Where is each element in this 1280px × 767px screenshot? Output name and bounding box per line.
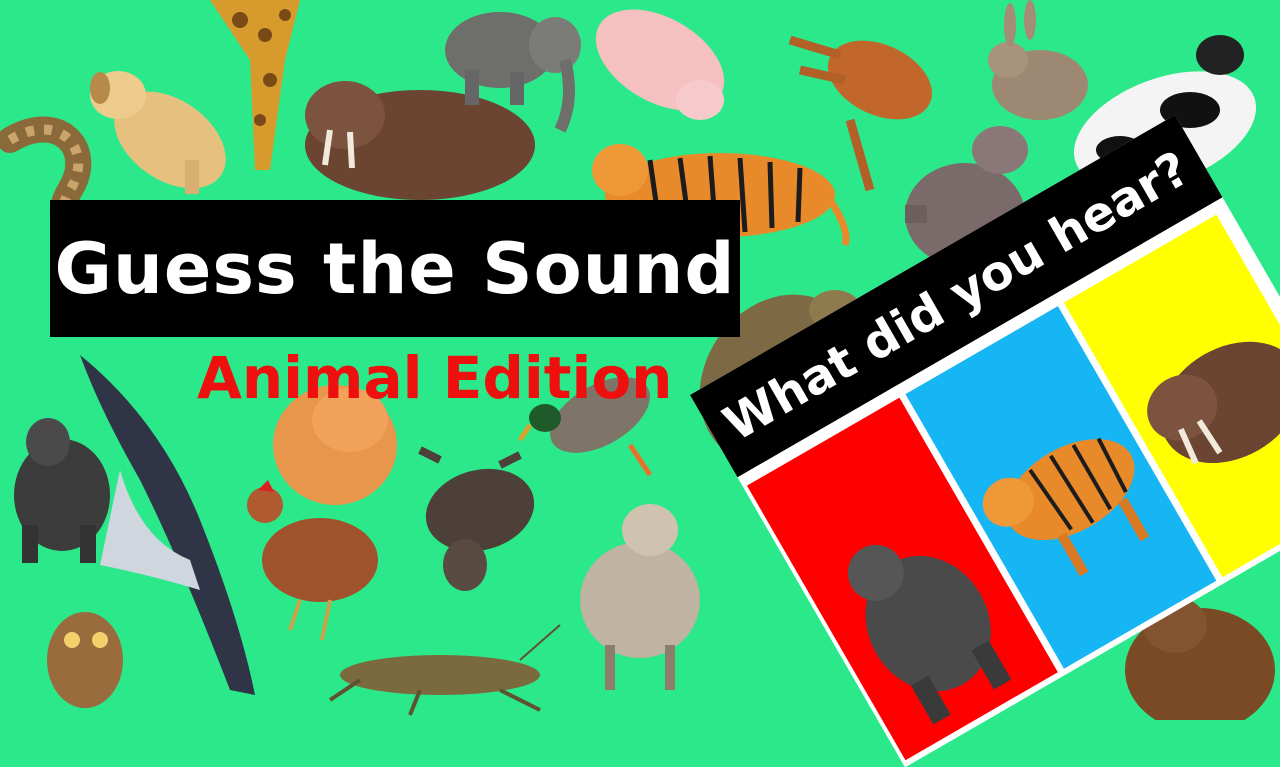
walrus-illustration <box>305 81 535 200</box>
grasshopper-illustration <box>328 624 561 716</box>
pig-illustration <box>595 9 725 120</box>
owl-illustration <box>47 612 123 708</box>
sheep-illustration <box>580 504 700 690</box>
giraffe-illustration <box>210 0 300 170</box>
deer-illustration <box>788 35 932 192</box>
gorilla-illustration <box>14 418 110 563</box>
rabbit-illustration <box>988 0 1088 120</box>
chicken-illustration <box>247 480 378 641</box>
page-title: Guess the Sound <box>54 227 736 310</box>
subtitle: Animal Edition <box>197 344 673 412</box>
title-box: Guess the Sound <box>50 200 740 337</box>
donkey-illustration <box>418 446 535 591</box>
dog-illustration <box>90 71 226 194</box>
